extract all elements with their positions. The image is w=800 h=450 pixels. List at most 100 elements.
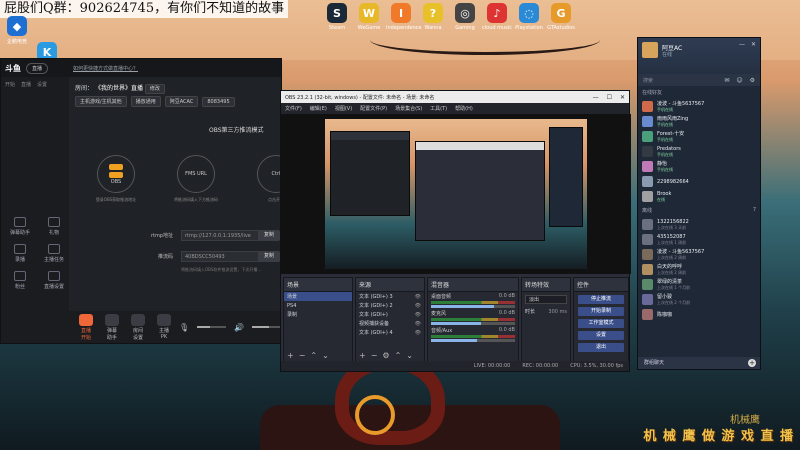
control-button[interactable]: 开始录制: [578, 307, 624, 316]
bottom-button[interactable]: 主播PK: [157, 313, 171, 341]
minimize-icon[interactable]: —: [739, 41, 745, 48]
copy-rtmp-button[interactable]: 复制: [258, 230, 280, 241]
friend-item[interactable]: 留小骏 上次在线 2 个月前: [638, 292, 760, 307]
scene-item[interactable]: 录制: [284, 310, 352, 319]
source-settings-icon[interactable]: ⚙: [382, 351, 389, 360]
minimize-icon[interactable]: —: [593, 94, 599, 101]
avatar[interactable]: [642, 42, 658, 58]
scene-item[interactable]: PS4: [284, 301, 352, 310]
sidebar-tool[interactable]: 礼物: [39, 217, 69, 236]
source-down-icon[interactable]: ⌄: [406, 351, 413, 360]
sidebar-tab[interactable]: 开始: [5, 81, 15, 88]
close-icon[interactable]: ✕: [620, 94, 625, 101]
mail-icon[interactable]: ✉: [724, 77, 729, 84]
stream-app-notice-link[interactable]: 如何更快捷方式做直播中心？: [73, 65, 138, 72]
visibility-icon[interactable]: 👁: [415, 312, 421, 318]
desktop-icon[interactable]: W WeGame: [354, 3, 384, 31]
obs-menu-item[interactable]: 配置文件(P): [360, 105, 387, 112]
stream-app-version-pill[interactable]: 直播: [26, 62, 49, 74]
obs-menu-item[interactable]: 编辑(E): [310, 105, 327, 112]
obs-menu-item[interactable]: 帮助(H): [455, 105, 473, 112]
visibility-icon[interactable]: 👁: [415, 294, 421, 300]
remove-scene-icon[interactable]: −: [299, 351, 306, 360]
friend-item[interactable]: 凌波 - 斗鱼5637567 上次在线 2 周前: [638, 247, 760, 262]
friend-item[interactable]: 翠绿的清茶 上次在线 1 个月前: [638, 277, 760, 292]
volume-slider[interactable]: [431, 339, 515, 342]
desktop-icon[interactable]: S Steam: [322, 3, 352, 31]
obs-preview[interactable]: [281, 114, 631, 274]
desktop-icon[interactable]: ◆ 企鹅电竞: [2, 16, 32, 45]
bottom-button[interactable]: 房间设置: [131, 313, 145, 341]
user-icon[interactable]: ☺: [736, 77, 742, 84]
source-up-icon[interactable]: ⌃: [395, 351, 402, 360]
speaker-icon[interactable]: 🔊: [234, 323, 244, 332]
sidebar-tool[interactable]: 录播: [5, 244, 35, 263]
scene-down-icon[interactable]: ⌄: [322, 351, 329, 360]
desktop-icon[interactable]: ♪ cloud music: [482, 3, 512, 31]
control-button[interactable]: 设置: [578, 331, 624, 340]
obs-menu-item[interactable]: 场景集合(S): [395, 105, 422, 112]
friend-item[interactable]: 凌波 - 斗鱼5637567 手机在线: [638, 99, 760, 114]
duration-field[interactable]: 300 ms: [548, 309, 567, 315]
sidebar-tab[interactable]: 直播: [21, 81, 31, 88]
obs-menu-item[interactable]: 文件(F): [285, 105, 302, 112]
friend-item[interactable]: 静怡 手机在线: [638, 159, 760, 174]
source-item[interactable]: 文本 (GDI+) 4 👁: [356, 328, 424, 337]
sidebar-tab[interactable]: 设置: [37, 81, 47, 88]
sidebar-tool[interactable]: 直播设置: [39, 271, 69, 290]
add-scene-icon[interactable]: +: [287, 351, 294, 360]
volume-slider[interactable]: [431, 322, 515, 325]
add-icon[interactable]: +: [748, 359, 756, 367]
scene-up-icon[interactable]: ⌃: [310, 351, 317, 360]
desktop-icon[interactable]: ◎ Gaming: [450, 3, 480, 31]
close-icon[interactable]: ✕: [751, 41, 756, 48]
visibility-icon[interactable]: 👁: [415, 321, 421, 327]
mic-volume-slider[interactable]: [197, 326, 227, 328]
volume-slider[interactable]: [431, 305, 515, 308]
obs-menu-item[interactable]: 视图(V): [335, 105, 352, 112]
friend-item[interactable]: 2298982664: [638, 174, 760, 189]
add-source-icon[interactable]: +: [359, 351, 366, 360]
source-item[interactable]: 文本 (GDI+) 👁: [356, 310, 424, 319]
room-info-chip[interactable]: 8083495: [202, 96, 235, 107]
visibility-icon[interactable]: 👁: [415, 330, 421, 336]
mic-icon[interactable]: 🎙: [179, 323, 189, 332]
sidebar-tool[interactable]: 弹幕助手: [5, 217, 35, 236]
friend-item[interactable]: 435152087 上次在线 1 周前: [638, 232, 760, 247]
room-info-chip[interactable]: 阿豆ACAC: [164, 96, 199, 107]
copy-key-button[interactable]: 复制: [258, 251, 280, 262]
room-info-chip[interactable]: 主机游戏/主机其他: [75, 96, 127, 107]
room-info-chip[interactable]: 播放通用: [130, 96, 161, 107]
desktop-icon[interactable]: ◌ Playstation: [514, 3, 544, 31]
sidebar-tool[interactable]: 粉丝: [5, 271, 35, 290]
friend-item[interactable]: Brook 在线: [638, 189, 760, 204]
control-button[interactable]: 停止推流: [578, 295, 624, 304]
desktop-icon[interactable]: ? Wanna: [418, 3, 448, 31]
qq-search-bar[interactable]: 搜索 ✉ ☺ ⚙: [638, 74, 760, 86]
online-group-header[interactable]: 在线好友: [638, 86, 760, 99]
friend-item[interactable]: Predators 手机在线: [638, 144, 760, 159]
source-item[interactable]: 视频捕获设备 👁: [356, 319, 424, 328]
bottom-button[interactable]: 直播开始: [79, 313, 93, 341]
maximize-icon[interactable]: ☐: [607, 94, 612, 101]
desktop-icon[interactable]: I Independence: [386, 3, 422, 31]
source-item[interactable]: 文本 (GDI+) 2 👁: [356, 301, 424, 310]
control-button[interactable]: 退出: [578, 343, 624, 352]
visibility-icon[interactable]: 👁: [415, 303, 421, 309]
friend-item[interactable]: Forest-十安 手机在线: [638, 129, 760, 144]
transition-select[interactable]: 淡出: [525, 295, 567, 304]
scene-item[interactable]: 场景: [284, 292, 352, 301]
source-item[interactable]: 文本 (GDI+) 3 👁: [356, 292, 424, 301]
qq-status[interactable]: 在线: [662, 51, 672, 58]
friend-item[interactable]: 雨雨风雨Zing 手机在线: [638, 114, 760, 129]
speaker-volume-slider[interactable]: [252, 326, 281, 328]
obs-menu-item[interactable]: 工具(T): [430, 105, 447, 112]
remove-source-icon[interactable]: −: [371, 351, 378, 360]
gear-icon[interactable]: ⚙: [750, 77, 755, 84]
sidebar-tool[interactable]: 主播任务: [39, 244, 69, 263]
control-button[interactable]: 工作室模式: [578, 319, 624, 328]
desktop-icon[interactable]: G GTAstudios: [546, 3, 576, 31]
edit-title-button[interactable]: 修改: [144, 84, 165, 94]
friend-item[interactable]: 陈咖咖: [638, 307, 760, 322]
bottom-button[interactable]: 弹幕助手: [105, 313, 119, 341]
